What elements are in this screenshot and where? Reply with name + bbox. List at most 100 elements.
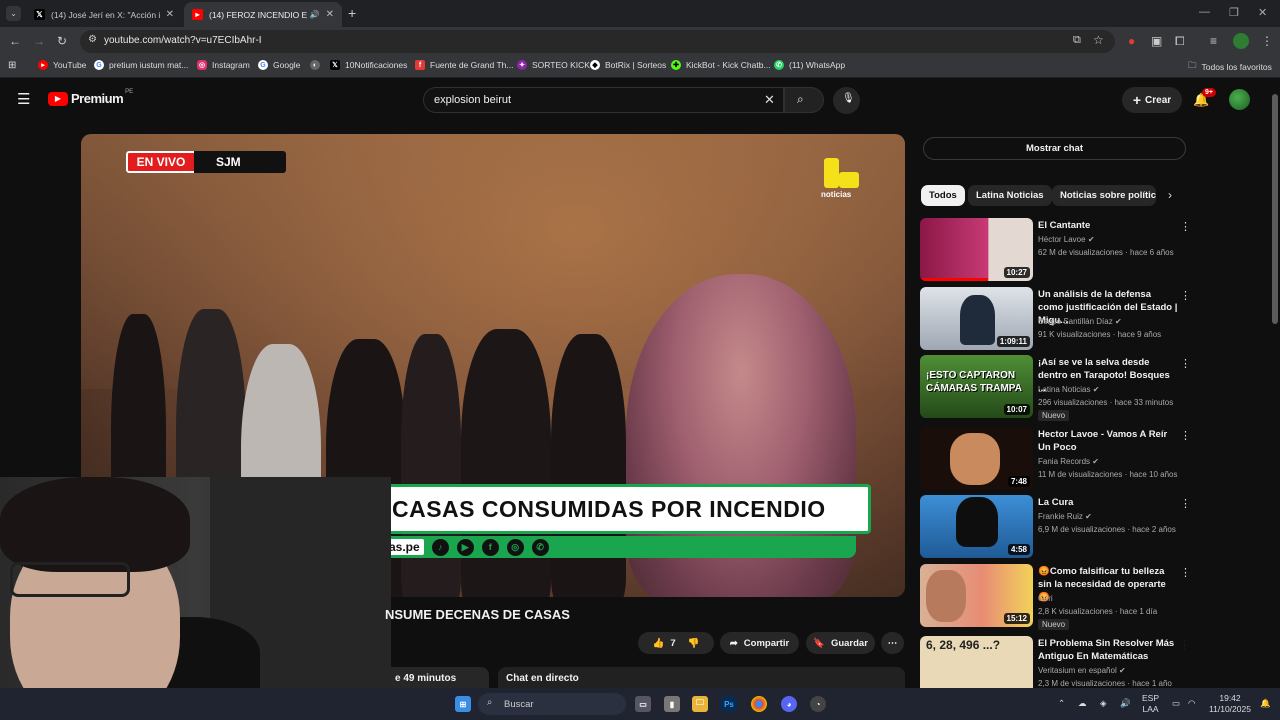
youtube-logo[interactable]: ▶ Premium PE [48, 89, 133, 106]
voice-search-button[interactable]: 🎙 [833, 87, 860, 114]
browser-tab-active[interactable]: ▸ (14) FEROZ INCENDIO EN S 🔊 ✕ [184, 2, 342, 27]
create-button[interactable]: + Crear [1122, 87, 1182, 113]
media-icon[interactable]: ≡ [1210, 34, 1217, 48]
page-scrollbar[interactable] [1270, 82, 1280, 687]
close-icon[interactable]: ✕ [166, 9, 174, 20]
bookmark-kickbot[interactable]: ✚ KickBot - Kick Chatb... [671, 60, 771, 70]
video-thumbnail[interactable]: ¡ESTO CAPTARON CÁMARAS TRAMPA 10:07 [920, 355, 1033, 418]
menu-icon[interactable]: ⋮ [1261, 34, 1273, 48]
more-vert-icon[interactable]: ⋮ [1180, 220, 1191, 233]
description-box[interactable]: e 49 minutos [391, 667, 489, 689]
forward-icon[interactable]: → [33, 34, 45, 48]
recommendation-item[interactable]: 7:48 Hector Lavoe - Vamos A Reír Un Poco… [920, 427, 1191, 491]
bookmark-youtube[interactable]: ▸ YouTube [38, 60, 86, 70]
site-info-icon[interactable]: ⚙ [88, 34, 97, 45]
account-avatar[interactable] [1229, 89, 1250, 110]
show-chat-button[interactable]: Mostrar chat [923, 137, 1186, 160]
search-button[interactable]: ⌕ [784, 87, 824, 113]
dislike-button[interactable]: 👎 [688, 638, 700, 649]
chip-latina-noticias[interactable]: Latina Noticias [968, 185, 1052, 206]
apps-icon[interactable]: ⊞ [8, 60, 16, 71]
address-bar[interactable]: ⚙ youtube.com/watch?v=u7ECIbAhr-I ⧉ ☆ [80, 30, 1115, 53]
recommendation-item[interactable]: 1:09:11 Un análisis de la defensa como j… [920, 287, 1191, 351]
save-button[interactable]: 🔖 Guardar [806, 632, 875, 654]
restore-icon[interactable]: ❐ [1229, 6, 1239, 19]
bookmark-star-icon[interactable]: ☆ [1093, 33, 1104, 47]
video-meta: 6,9 M de visualizaciones · hace 2 años [1038, 525, 1176, 534]
bookmark-sorteo-kick[interactable]: ✦ SORTEO KICK [517, 60, 590, 70]
bookmark-google[interactable]: G Google [258, 60, 300, 70]
photoshop-icon[interactable]: Ps [721, 696, 737, 712]
language-indicator[interactable]: ESP LAA [1142, 693, 1159, 715]
wifi-icon[interactable]: ◠ [1188, 698, 1195, 709]
like-button[interactable]: 👍 7 [653, 638, 676, 649]
more-vert-icon[interactable]: ⋮ [1180, 429, 1191, 442]
video-thumbnail[interactable]: 7:48 [920, 427, 1033, 490]
reload-icon[interactable]: ↻ [57, 34, 67, 48]
video-thumbnail[interactable]: 1:09:11 [920, 287, 1033, 350]
back-icon[interactable]: ← [9, 34, 21, 48]
share-button[interactable]: ➦ Compartir [720, 632, 799, 654]
scrollbar-thumb[interactable] [1272, 94, 1278, 324]
video-thumbnail[interactable]: 6, 28, 496 ...? [920, 636, 1033, 688]
app-icon[interactable]: ▮ [664, 696, 680, 712]
app-icon[interactable]: ◔ [810, 696, 826, 712]
profile-avatar[interactable] [1233, 33, 1249, 49]
more-vert-icon[interactable]: ⋮ [1180, 497, 1191, 510]
recommendation-item[interactable]: 15:12 😡Como falsificar tu belleza sin la… [920, 564, 1191, 630]
discord-icon[interactable]: ◕ [781, 696, 797, 712]
onedrive-icon[interactable]: ☁ [1078, 698, 1087, 709]
bookmark-botrix[interactable]: ◆ BotRix | Sorteos [590, 60, 666, 70]
clear-search-icon[interactable]: ✕ [764, 92, 775, 108]
bookmark-fuente[interactable]: f Fuente de Grand Th... [415, 60, 513, 70]
browser-tab-bar: ⌄ 𝕏 (14) José Jerí en X: "Acción inm ✕ ▸… [0, 0, 1280, 27]
system-clock[interactable]: 19:42 11/10/2025 [1208, 693, 1252, 715]
bookmark-pretium[interactable]: Gpretium iustum mat... [94, 60, 188, 70]
chrome-icon[interactable] [751, 696, 767, 712]
network-icon[interactable]: ▭ [1172, 698, 1180, 709]
chip-politica[interactable]: Noticias sobre política [1052, 185, 1156, 206]
search-input[interactable]: explosion beirut ✕ [423, 87, 784, 113]
bookmark-globe[interactable]: ◐ [310, 60, 325, 70]
tab-search-icon[interactable]: ⌄ [6, 6, 21, 21]
chevron-right-icon[interactable]: › [1168, 188, 1172, 202]
recommendation-item[interactable]: 6, 28, 496 ...? El Problema Sin Resolver… [920, 636, 1185, 688]
extension-icon[interactable]: ▣ [1151, 34, 1162, 48]
tray-chevron-icon[interactable]: ⌃ [1058, 698, 1065, 709]
taskbar-search[interactable]: ⌕ Buscar [478, 693, 626, 715]
new-tab-button[interactable]: + [348, 5, 356, 21]
more-vert-icon[interactable]: ⋮ [1180, 289, 1191, 302]
bookmark-instagram[interactable]: ◎ Instagram [197, 60, 250, 70]
close-window-icon[interactable]: ✕ [1258, 6, 1267, 19]
task-view-icon[interactable]: ▭ [635, 696, 651, 712]
bookmark-10notificaciones[interactable]: 𝕏 10Notificaciones [330, 60, 407, 70]
file-explorer-icon[interactable]: 🗀 [692, 696, 708, 712]
more-vert-icon[interactable]: ⋮ [1180, 638, 1185, 651]
recommendation-item[interactable]: 10:27 El Cantante Héctor Lavoe ✔ 62 M de… [920, 218, 1191, 282]
close-icon[interactable]: ✕ [326, 9, 334, 20]
video-thumbnail[interactable]: 15:12 [920, 564, 1033, 627]
live-chat-panel[interactable]: Chat en directo [498, 667, 905, 689]
more-actions-button[interactable]: ⋯ [881, 632, 904, 654]
puzzle-icon[interactable]: ⧠ [1175, 34, 1185, 49]
more-vert-icon[interactable]: ⋮ [1180, 566, 1191, 579]
security-icon[interactable]: ◈ [1100, 698, 1107, 709]
chip-all[interactable]: Todos [921, 185, 965, 206]
extension-red-icon[interactable]: ● [1128, 34, 1135, 48]
video-thumbnail[interactable]: 4:58 [920, 495, 1033, 558]
minimize-icon[interactable]: — [1199, 6, 1210, 18]
windows-start-icon[interactable]: ⊞ [455, 696, 471, 712]
more-vert-icon[interactable]: ⋮ [1180, 357, 1191, 370]
speaker-icon[interactable]: 🔊 [1120, 698, 1131, 709]
video-thumbnail[interactable]: 10:27 [920, 218, 1033, 281]
notification-bell-icon[interactable]: 🔔 [1260, 698, 1271, 709]
bookmark-whatsapp[interactable]: ✆ (11) WhatsApp [774, 60, 845, 70]
all-favorites[interactable]: 🗀 Todos los favoritos [1188, 60, 1272, 74]
recommendation-item[interactable]: 4:58 La Cura Frankie Ruiz ✔ 6,9 M de vis… [920, 495, 1191, 559]
cast-icon[interactable]: ⧉ [1073, 34, 1081, 47]
browser-tab[interactable]: 𝕏 (14) José Jerí en X: "Acción inm ✕ [26, 2, 182, 27]
notifications-button[interactable]: 🔔 9+ [1193, 88, 1216, 109]
hamburger-menu-icon[interactable]: ☰ [17, 90, 30, 108]
recommendation-item[interactable]: ¡ESTO CAPTARON CÁMARAS TRAMPA 10:07 ¡Así … [920, 355, 1191, 421]
speaker-icon[interactable]: 🔊 [310, 10, 320, 19]
